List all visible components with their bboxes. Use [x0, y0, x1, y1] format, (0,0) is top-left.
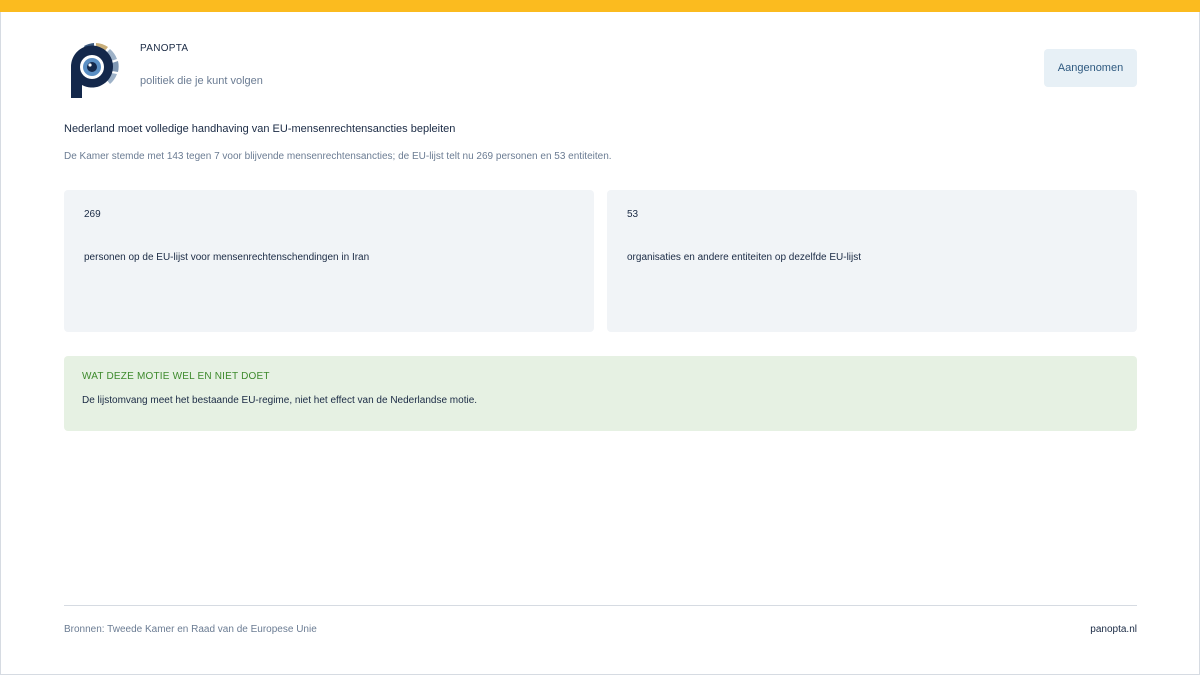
stat-card-persons: 269 personen op de EU-lijst voor mensenr…: [64, 190, 594, 332]
top-accent-bar: [0, 0, 1200, 12]
brand-tagline: politiek die je kunt volgen: [140, 75, 263, 87]
context-note: WAT DEZE MOTIE WEL EN NIET DOET De lijst…: [64, 356, 1137, 431]
footer-divider: [64, 605, 1137, 606]
stat-value: 269: [84, 209, 101, 220]
status-badge: Aangenomen: [1044, 49, 1137, 87]
panopta-logo-icon: [66, 40, 122, 100]
page-title: Nederland moet volledige handhaving van …: [64, 123, 456, 135]
site-link[interactable]: panopta.nl: [1090, 624, 1137, 635]
stat-card-entities: 53 organisaties en andere entiteiten op …: [607, 190, 1137, 332]
note-heading: WAT DEZE MOTIE WEL EN NIET DOET: [82, 371, 270, 382]
article-summary: De Kamer stemde met 143 tegen 7 voor bli…: [64, 151, 612, 162]
stat-label: personen op de EU-lijst voor mensenrecht…: [84, 252, 370, 263]
page-frame: [0, 0, 1200, 675]
note-body: De lijstomvang meet het bestaande EU-reg…: [82, 395, 478, 406]
brand-name: PANOPTA: [140, 43, 189, 54]
stat-value: 53: [627, 209, 639, 220]
stat-label: organisaties en andere entiteiten op dez…: [627, 252, 862, 263]
footer-sources: Bronnen: Tweede Kamer en Raad van de Eur…: [64, 624, 317, 635]
